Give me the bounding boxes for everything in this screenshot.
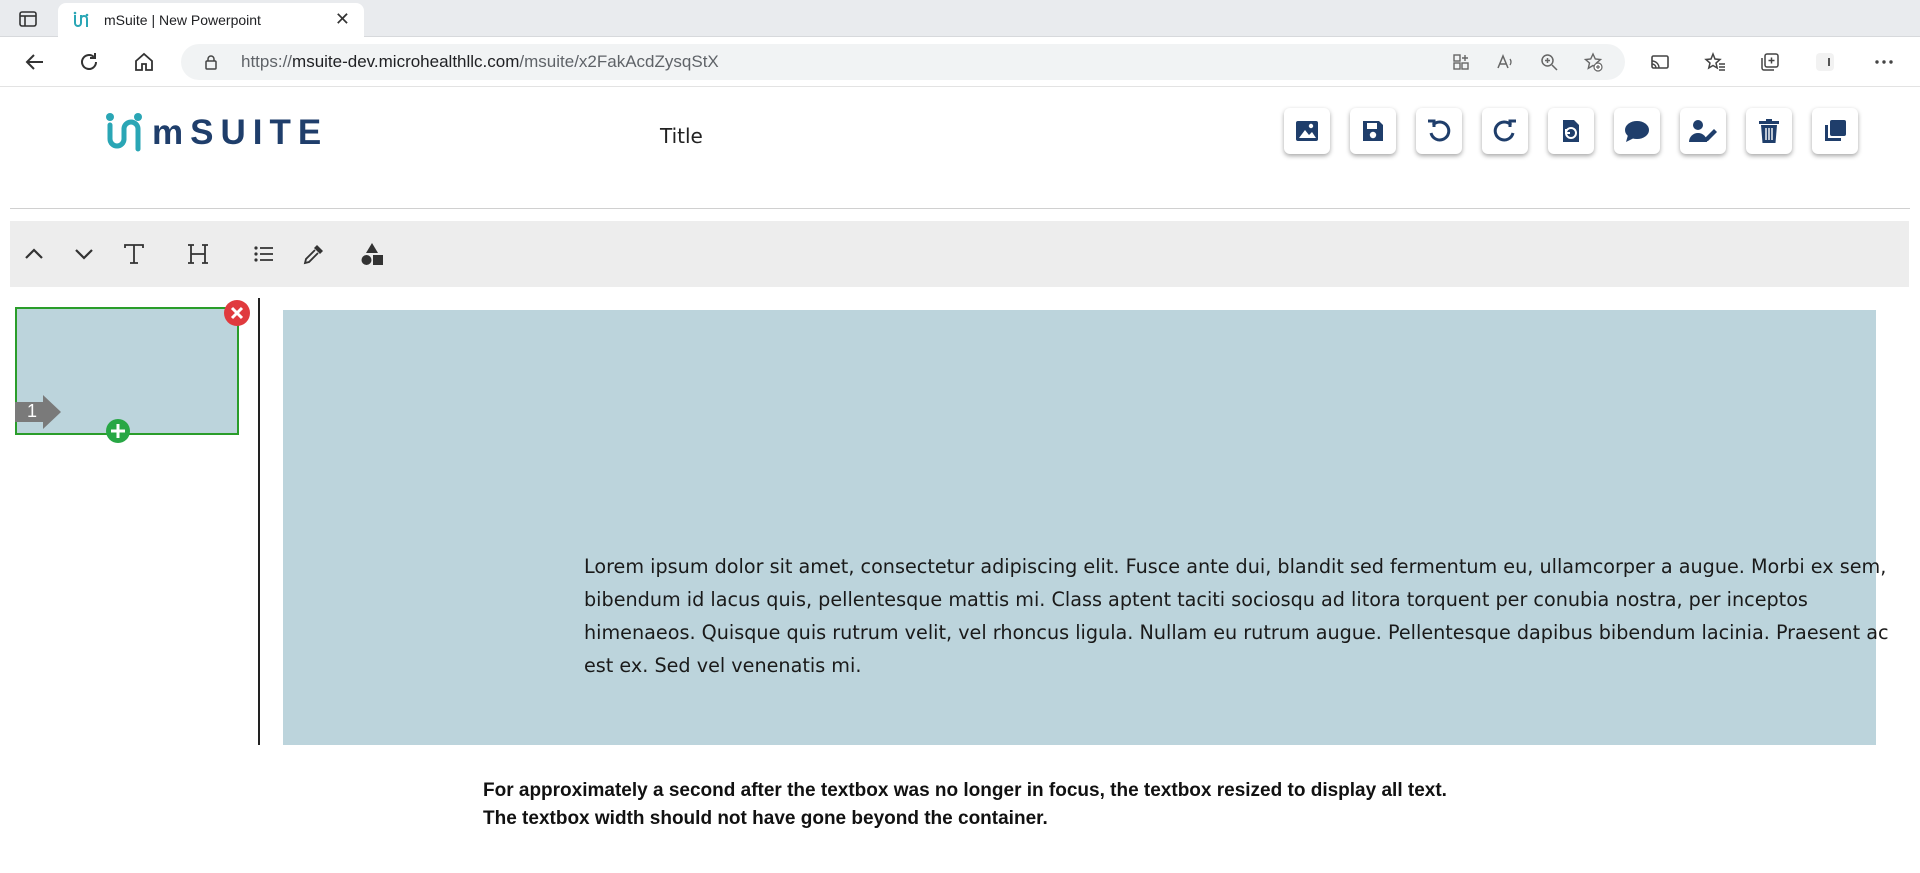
trash-icon [1759,119,1779,143]
msuite-logo[interactable]: mSUITE [104,108,328,158]
undo-button[interactable] [1416,108,1462,154]
user-edit-icon [1689,120,1717,142]
image-icon [1296,121,1318,141]
copy-icon [1825,120,1846,141]
url-domain: msuite-dev.microhealthllc.com [292,52,520,71]
text-icon [124,244,144,264]
delete-button[interactable] [1746,108,1792,154]
add-favorite-icon[interactable] [1583,52,1603,72]
editor-toolbar [10,221,1909,287]
comment-button[interactable] [1614,108,1660,154]
undo-icon [1428,119,1451,142]
chevron-down-icon [75,249,93,260]
browser-tab-bar: mSuite | New Powerpoint ✕ [0,0,1920,37]
add-slide-icon[interactable] [105,418,131,444]
url-text[interactable]: https://msuite-dev.microhealthllc.com/ms… [241,52,719,72]
header-divider [10,208,1910,209]
user-edit-button[interactable] [1680,108,1726,154]
move-up-button[interactable] [18,238,50,270]
redo-button[interactable] [1482,108,1528,154]
url-path: /msuite/x2FakAcdZysqStX [519,52,719,71]
restore-button[interactable] [1548,108,1594,154]
tab-close-icon[interactable]: ✕ [335,10,350,30]
redo-icon [1493,119,1516,142]
document-title[interactable]: Title [660,124,703,148]
browser-nav-bar: https://msuite-dev.microhealthllc.com/ms… [0,37,1920,87]
annotation-line-2: The textbox width should not have gone b… [483,808,1048,829]
heading-icon [188,244,208,264]
color-picker-button[interactable] [298,238,330,270]
home-button[interactable] [131,49,157,75]
more-options-icon[interactable] [1872,50,1896,74]
add-list-button[interactable] [248,238,280,270]
list-icon [254,246,273,262]
zoom-icon[interactable] [1539,52,1559,72]
annotation-line-1: For approximately a second after the tex… [483,780,1447,801]
logo-text: mSUITE [152,113,329,152]
profile-avatar-icon[interactable] [1813,50,1837,74]
comment-icon [1625,121,1649,142]
shapes-icon [361,243,383,265]
add-heading-button[interactable] [182,238,214,270]
insert-image-button[interactable] [1284,108,1330,154]
slide-number: 1 [27,401,38,421]
browser-tab-active[interactable]: mSuite | New Powerpoint ✕ [58,3,364,37]
tab-title: mSuite | New Powerpoint [104,12,261,28]
read-aloud-icon[interactable] [1495,52,1515,72]
panel-divider[interactable] [258,298,260,745]
lock-icon[interactable] [203,54,219,70]
cast-icon[interactable] [1648,50,1672,74]
url-prefix: https:// [241,52,293,71]
duplicate-button[interactable] [1812,108,1858,154]
delete-slide-icon[interactable] [223,299,251,327]
app-available-icon[interactable] [1451,52,1471,72]
restore-icon [1563,120,1579,142]
eyedropper-icon [303,245,323,265]
favorites-icon[interactable] [1703,50,1727,74]
collections-icon[interactable] [1758,50,1782,74]
move-down-button[interactable] [68,238,100,270]
add-text-button[interactable] [118,238,150,270]
back-button[interactable] [22,49,48,75]
save-button[interactable] [1350,108,1396,154]
annotation-note: For approximately a second after the tex… [483,777,1447,833]
tab-actions-icon[interactable] [18,9,38,29]
current-slide-arrow-icon [15,395,61,429]
address-bar[interactable]: https://msuite-dev.microhealthllc.com/ms… [181,44,1625,80]
chevron-up-icon [25,248,43,259]
refresh-button[interactable] [76,49,102,75]
save-icon [1363,121,1383,141]
slide-textbox[interactable]: Lorem ipsum dolor sit amet, consectetur … [584,550,1920,682]
add-shape-button[interactable] [356,238,388,270]
msuite-favicon-icon [72,11,90,29]
msuite-logo-icon [106,113,142,152]
